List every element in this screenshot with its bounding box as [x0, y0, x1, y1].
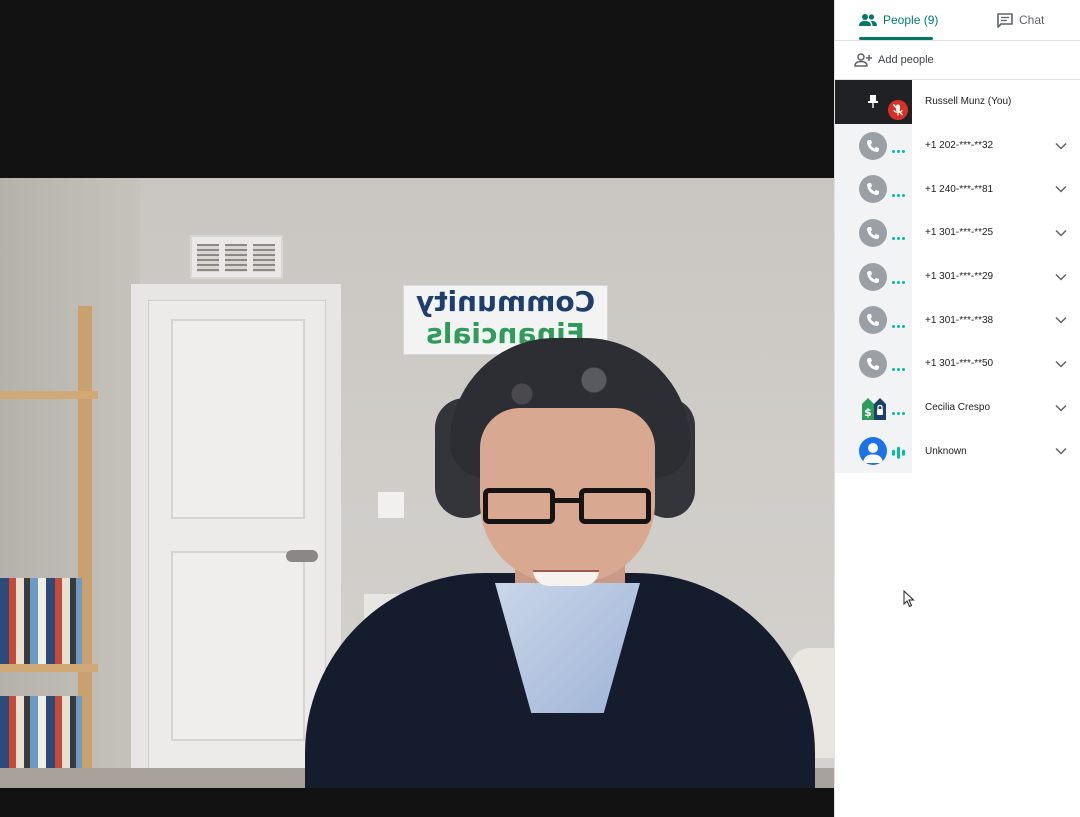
video-stage: Community Financials	[0, 0, 834, 817]
chevron-down-icon[interactable]	[1054, 270, 1068, 284]
phone-icon	[859, 175, 887, 204]
participant-name: +1 301-***-**38	[925, 314, 994, 326]
speaking-dots-icon	[892, 412, 906, 416]
speaker-person	[300, 338, 820, 788]
participant-item[interactable]: +1 301-***-**25	[835, 211, 1080, 255]
chevron-down-icon[interactable]	[1054, 401, 1068, 415]
speaking-dots-icon	[892, 237, 906, 241]
phone-icon	[859, 131, 887, 160]
audio-level-icon	[892, 447, 905, 460]
main-video-feed: Community Financials	[0, 178, 834, 788]
participant-tile	[835, 429, 912, 474]
mic-off-icon	[888, 100, 908, 120]
meeting-app: Community Financials People (9) Chat Add…	[0, 0, 1080, 817]
add-people-button[interactable]: Add people	[835, 41, 1080, 80]
participant-name: Russell Munz (You)	[925, 96, 1012, 108]
chevron-down-icon[interactable]	[1054, 226, 1068, 240]
tab-chat[interactable]: Chat	[997, 0, 1044, 40]
speaking-dots-icon	[892, 193, 906, 198]
shelf-board	[0, 664, 98, 672]
chevron-down-icon[interactable]	[1054, 313, 1068, 327]
participant-self[interactable]: Russell Munz (You)	[835, 80, 1080, 124]
participant-item[interactable]: Unknown	[835, 429, 1080, 474]
participant-tile	[835, 211, 912, 255]
participant-tile	[835, 342, 912, 386]
participant-item[interactable]: +1 202-***-**32	[835, 123, 1080, 168]
participants-sidebar: People (9) Chat Add people Russell Munz …	[834, 0, 1080, 817]
person-add-icon	[854, 53, 872, 67]
books-row	[0, 578, 82, 664]
participant-tile	[835, 123, 912, 168]
chevron-down-icon[interactable]	[1054, 139, 1068, 153]
books-row	[0, 696, 82, 776]
phone-icon	[859, 218, 887, 247]
mouse-cursor-icon	[903, 590, 915, 608]
person-avatar-icon	[859, 437, 887, 466]
active-tab-indicator	[859, 37, 933, 40]
sign-line-1: Community	[415, 285, 596, 318]
sidebar-tabs: People (9) Chat	[835, 0, 1080, 41]
participant-item[interactable]: +1 301-***-**38	[835, 298, 1080, 343]
participant-tile: $	[835, 385, 912, 430]
chevron-down-icon[interactable]	[1054, 357, 1068, 371]
participant-name: Cecilia Crespo	[925, 402, 991, 414]
speaking-dots-icon	[892, 324, 906, 329]
door-panel	[171, 551, 305, 741]
pin-icon[interactable]	[868, 94, 878, 108]
phone-icon	[859, 262, 887, 291]
smile	[533, 570, 599, 586]
air-vent	[190, 235, 283, 279]
glasses	[483, 488, 651, 528]
participant-item[interactable]: +1 301-***-**50	[835, 342, 1080, 386]
shelf-board	[0, 391, 98, 399]
participant-name: +1 301-***-**25	[925, 227, 994, 239]
phone-icon	[859, 306, 887, 335]
participant-name: +1 301-***-**29	[925, 271, 994, 283]
participant-item[interactable]: $ Cecilia Crespo	[835, 385, 1080, 430]
speaking-dots-icon	[892, 149, 906, 154]
participant-item[interactable]: +1 240-***-**81	[835, 167, 1080, 212]
participant-tile	[835, 80, 912, 124]
participant-tile	[835, 254, 912, 299]
participant-name: +1 301-***-**50	[925, 358, 994, 370]
phone-icon	[859, 349, 887, 378]
people-icon	[859, 14, 877, 26]
speaking-dots-icon	[892, 368, 906, 372]
participant-list: Russell Munz (You) +1 202-***-**32 +1 24…	[835, 80, 1080, 474]
speaking-dots-icon	[892, 280, 906, 285]
participant-name: +1 240-***-**81	[925, 183, 994, 195]
add-people-label: Add people	[878, 54, 934, 66]
tab-people[interactable]: People (9)	[859, 0, 938, 40]
participant-item[interactable]: +1 301-***-**29	[835, 254, 1080, 299]
door-panel	[171, 319, 305, 519]
tab-people-label: People (9)	[883, 13, 939, 27]
tab-chat-label: Chat	[1019, 13, 1045, 27]
chevron-down-icon[interactable]	[1054, 444, 1068, 458]
participant-name: +1 202-***-**32	[925, 140, 994, 152]
svg-text:$: $	[864, 406, 872, 419]
participant-name: Unknown	[925, 445, 967, 457]
chat-icon	[997, 12, 1013, 28]
company-logo-icon: $	[862, 397, 886, 420]
chevron-down-icon[interactable]	[1054, 182, 1068, 196]
bookshelf	[0, 276, 98, 788]
participant-tile	[835, 167, 912, 212]
participant-tile	[835, 298, 912, 343]
